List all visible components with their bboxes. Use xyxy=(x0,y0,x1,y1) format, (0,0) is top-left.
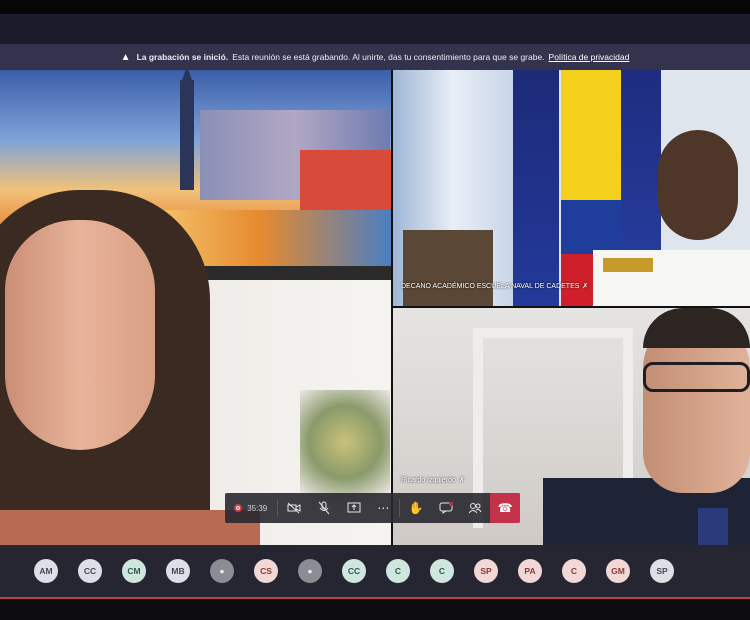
chat-icon[interactable] xyxy=(431,493,461,523)
video-tile-main[interactable] xyxy=(0,70,391,545)
participant-avatar[interactable]: CC xyxy=(78,559,102,583)
more-options-icon[interactable]: ⋯ xyxy=(369,493,399,523)
raise-hand-icon[interactable]: ✋ xyxy=(401,493,431,523)
recording-banner: ▲ La grabación se inició. Esta reunión s… xyxy=(0,44,750,70)
window-top-bar xyxy=(0,0,750,14)
participant-avatar[interactable]: ● xyxy=(298,559,322,583)
hang-up-icon: ☎ xyxy=(497,501,513,515)
mic-off-icon[interactable] xyxy=(309,493,339,523)
privacy-policy-link[interactable]: Política de privacidad xyxy=(549,52,630,62)
camera-off-icon[interactable] xyxy=(279,493,309,523)
mic-muted-icon: ✗ xyxy=(582,283,589,290)
participant-avatar[interactable]: SP xyxy=(650,559,674,583)
hang-up-button[interactable]: ☎ xyxy=(490,493,520,523)
user-icon: ● xyxy=(219,566,225,576)
warning-icon: ▲ xyxy=(120,51,131,63)
participant-video-woman xyxy=(5,220,155,450)
glasses xyxy=(643,362,750,392)
record-icon xyxy=(234,504,243,512)
meeting-controls: 35:39 ⋯ ✋ ☎ xyxy=(225,493,520,523)
participants-icon[interactable] xyxy=(461,493,491,523)
share-screen-icon[interactable] xyxy=(339,493,369,523)
participants-strip: AM CC CM MB ● CS ● CC C C SP PA C GM SP xyxy=(0,545,750,597)
participant-name-label: DECANO ACADÉMICO ESCUELA NAVAL DE CADETE… xyxy=(401,282,589,291)
participant-avatar[interactable]: CM xyxy=(122,559,146,583)
participant-avatar[interactable]: AM xyxy=(34,559,58,583)
participant-video-officer xyxy=(658,130,738,240)
recording-timer: 35:39 xyxy=(225,493,276,523)
participant-avatar[interactable]: CC xyxy=(342,559,366,583)
participant-avatar[interactable]: C xyxy=(430,559,454,583)
participant-name-label: Ricardo Izquierdo ✗ xyxy=(401,476,465,485)
participant-avatar[interactable]: CS xyxy=(254,559,278,583)
participant-avatar[interactable]: PA xyxy=(518,559,542,583)
participant-avatar[interactable]: C xyxy=(562,559,586,583)
participant-avatar[interactable]: MB xyxy=(166,559,190,583)
mic-muted-icon: ✗ xyxy=(458,477,465,484)
participant-avatar[interactable]: ● xyxy=(210,559,234,583)
recording-started-text: La grabación se inició. xyxy=(136,52,229,62)
flag xyxy=(513,70,559,306)
participant-avatar[interactable]: SP xyxy=(474,559,498,583)
window-bottom-bar xyxy=(0,597,750,620)
user-icon: ● xyxy=(307,566,313,576)
video-tile-officer[interactable]: DECANO ACADÉMICO ESCUELA NAVAL DE CADETE… xyxy=(393,70,750,306)
meeting-title-bar xyxy=(0,14,750,44)
participant-avatar[interactable]: GM xyxy=(606,559,630,583)
recording-consent-text: Esta reunión se está grabando. Al unirte… xyxy=(232,52,545,62)
participant-avatar[interactable]: C xyxy=(386,559,410,583)
